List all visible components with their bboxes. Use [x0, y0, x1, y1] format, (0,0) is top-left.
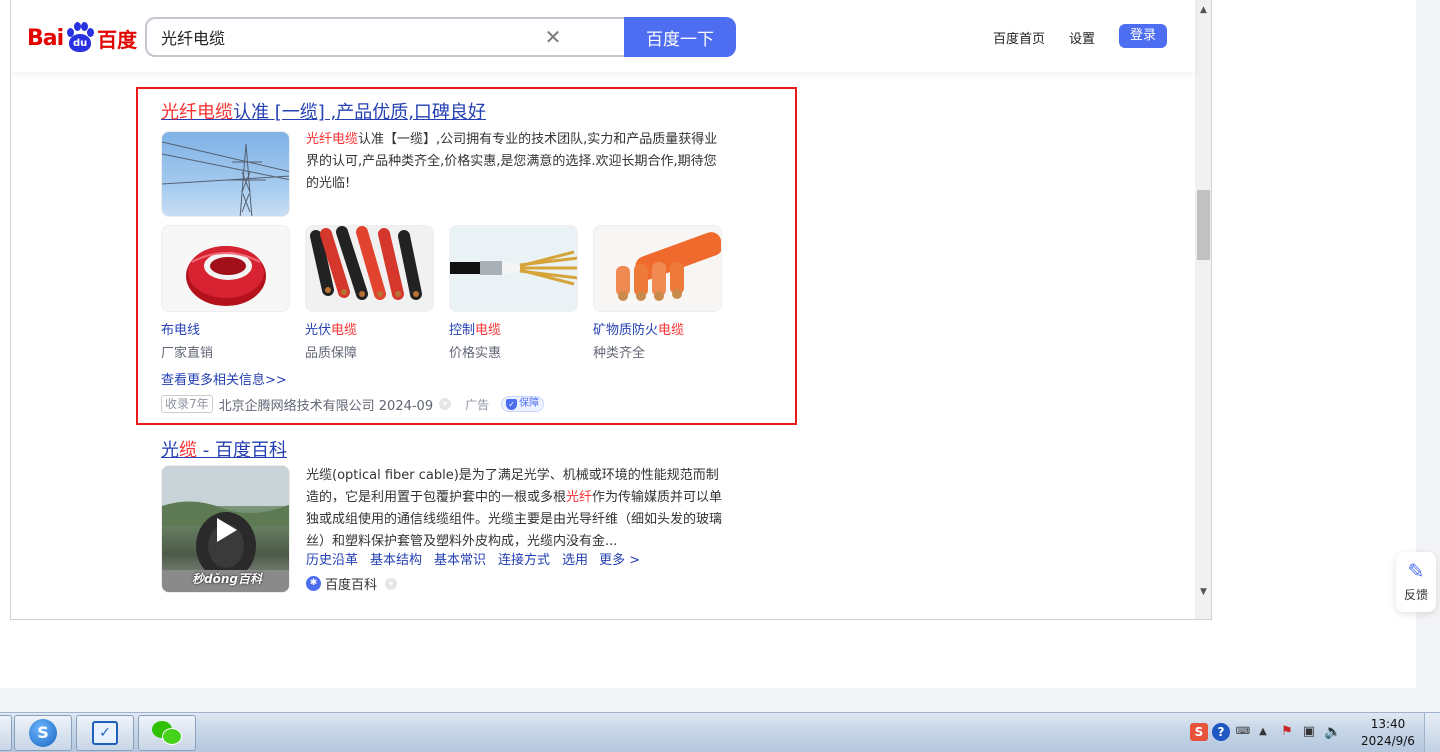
ad-company: 北京企腾网络技术有限公司 2024-09 [218, 398, 434, 414]
volume-icon[interactable]: 🔈 [1324, 723, 1342, 741]
keyboard-icon[interactable]: ⌨ [1234, 723, 1252, 741]
baike-link-more[interactable]: 更多 > [599, 549, 640, 568]
product-image-pv-cable[interactable] [305, 225, 434, 312]
baike-link-history[interactable]: 历史沿革 [306, 549, 358, 568]
baike-result-title[interactable]: 光缆 - 百度百科 [161, 436, 287, 462]
power-tower-image[interactable] [161, 131, 290, 217]
window-edge [1416, 0, 1440, 752]
taskbar-security-app[interactable]: ✓ [76, 715, 134, 751]
settings-link[interactable]: 设置 [1069, 28, 1095, 47]
search-header: Bai du 百度 ✕ 百度一下 百度首页 设置 登录 [11, 0, 1195, 72]
page-right-area [1212, 0, 1416, 688]
baike-link-structure[interactable]: 基本结构 [370, 549, 422, 568]
baike-link-connection[interactable]: 连接方式 [498, 549, 550, 568]
search-input[interactable] [161, 19, 531, 55]
product-subtitle: 种类齐全 [593, 346, 646, 361]
taskbar: S ✓ S ? ⌨ ▲ ⚑ ▣ 🔈 13:40 2024/9/6 [0, 712, 1440, 752]
more-info-link[interactable]: 查看更多相关信息>> [161, 369, 287, 388]
chevron-down-icon[interactable]: ▾ [385, 577, 398, 590]
video-watermark: 秒dǒng百科 [192, 572, 262, 586]
window-bottom-area [0, 688, 1440, 712]
edit-icon: ✎ [1407, 559, 1425, 583]
shield-app-icon: ✓ [92, 721, 118, 745]
paw-icon: du [64, 21, 96, 55]
vertical-scrollbar[interactable]: ▲ ▼ [1195, 0, 1211, 619]
close-icon[interactable]: ✕ [543, 27, 563, 47]
guarantee-badge[interactable]: ✓ 保障 [501, 396, 545, 412]
product-image-wire[interactable] [161, 225, 290, 312]
feedback-button[interactable]: ✎ 反馈 [1396, 552, 1436, 612]
login-button[interactable]: 登录 [1119, 24, 1167, 48]
baike-source-name: 百度百科 [325, 578, 378, 593]
browser-viewport: Bai du 百度 ✕ 百度一下 百度首页 设置 登录 光纤电缆认准 [一缆] … [10, 0, 1212, 620]
product-image-control-cable[interactable] [449, 225, 578, 312]
taskbar-sogou-browser[interactable]: S [14, 715, 72, 751]
baidu-home-link[interactable]: 百度首页 [993, 28, 1045, 47]
scrollbar-thumb[interactable] [1197, 190, 1210, 260]
ad-snippet: 光纤电缆认准【一缆】,公司拥有专业的技术团队,实力和产品质量获得业界的认可,产品… [306, 129, 726, 195]
help-icon[interactable]: ? [1212, 723, 1230, 741]
action-center-icon[interactable]: ⚑ [1278, 723, 1296, 741]
snippet-highlight: 光纤电缆 [306, 132, 359, 147]
product-link-1[interactable]: 布电线 [161, 319, 200, 338]
baike-source: ✱ 百度百科 ▾ [306, 574, 398, 593]
snippet-text: 认准【一缆】,公司拥有专业的技术团队,实力和产品质量获得业界的认可,产品种类齐全… [306, 132, 718, 191]
clock-date[interactable]: 2024/9/6 [1356, 734, 1420, 748]
baike-link-basics[interactable]: 基本常识 [434, 549, 486, 568]
baidu-logo[interactable]: Bai du 百度 [27, 20, 137, 56]
product-subtitle: 品质保障 [305, 346, 358, 361]
taskbar-wechat[interactable] [138, 715, 196, 751]
logo-text-cn: 百度 [97, 27, 138, 52]
baike-snippet: 光缆(optical fiber cable)是为了满足光学、机械或环境的性能规… [306, 468, 723, 549]
product-link-2[interactable]: 光伏电缆 [305, 319, 357, 338]
title-highlight: 光纤电缆 [161, 102, 233, 123]
search-box: ✕ [145, 17, 625, 57]
network-icon[interactable]: ▣ [1300, 723, 1318, 741]
browser-icon: S [29, 719, 57, 747]
product-link-3[interactable]: 控制电缆 [449, 319, 501, 338]
ad-label: 广告 [465, 397, 490, 412]
baike-logo-icon: ✱ [306, 576, 321, 591]
product-image-fireproof-cable[interactable] [593, 225, 722, 312]
feedback-label: 反馈 [1403, 588, 1428, 602]
title-text: 认准 [一缆] ,产品优质,口碑良好 [233, 102, 486, 123]
product-subtitle: 价格实惠 [449, 346, 502, 361]
logo-text-bai: Bai [27, 25, 64, 51]
chevron-up-icon[interactable]: ▲ [1254, 723, 1272, 741]
chevron-down-icon[interactable]: ▾ [439, 398, 452, 410]
start-button[interactable] [0, 715, 12, 751]
scroll-up-icon[interactable]: ▲ [1195, 2, 1211, 18]
baike-video-thumbnail[interactable]: 秒dǒng百科 [161, 465, 290, 593]
shield-icon: ✓ [506, 398, 518, 410]
baike-link-selection[interactable]: 选用 [562, 549, 588, 568]
product-link-4[interactable]: 矿物质防火电缆 [593, 319, 684, 338]
ad-result-title[interactable]: 光纤电缆认准 [一缆] ,产品优质,口碑良好 [161, 98, 486, 124]
sogou-ime-icon[interactable]: S [1190, 723, 1208, 741]
clock-time[interactable]: 13:40 [1360, 717, 1416, 731]
indexed-tag: 收录7年 [161, 395, 213, 413]
show-desktop-button[interactable] [1424, 713, 1440, 752]
product-subtitle: 厂家直销 [161, 346, 214, 361]
wechat-icon [152, 721, 182, 745]
scroll-down-icon[interactable]: ▼ [1195, 584, 1211, 600]
search-button[interactable]: 百度一下 [624, 17, 736, 57]
ad-footer: 收录7年 北京企腾网络技术有限公司 2024-09 ▾ 广告 ✓ 保障 [161, 394, 545, 414]
